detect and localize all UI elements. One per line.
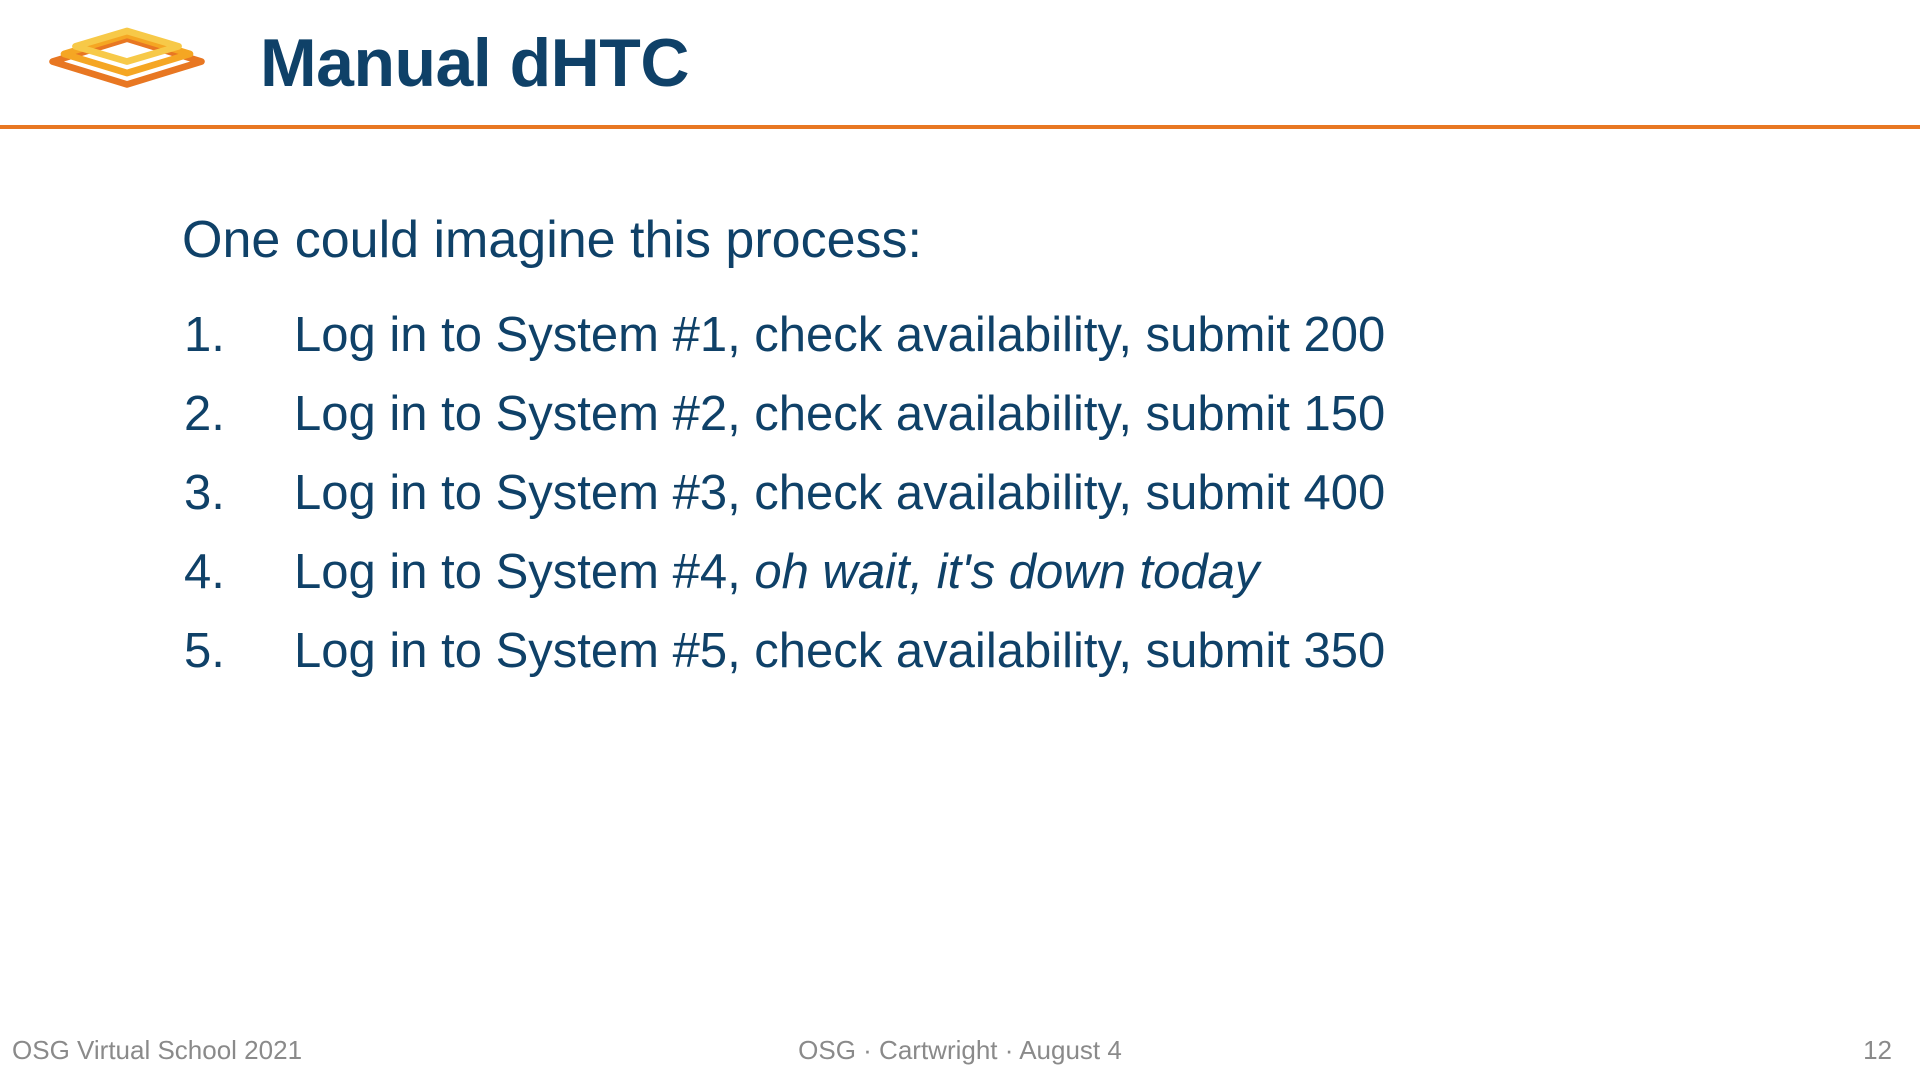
- step-text: Log in to System #5, check availability,…: [294, 624, 1385, 678]
- footer-left: OSG Virtual School 2021: [12, 1035, 302, 1066]
- osg-logo-icon: [12, 10, 242, 115]
- step-number: 4.: [242, 537, 294, 608]
- list-item: 5.Log in to System #5, check availabilit…: [182, 616, 1820, 687]
- step-text: Log in to System #2, check availability,…: [294, 387, 1385, 441]
- slide: Manual dHTC One could imagine this proce…: [0, 0, 1920, 1080]
- footer: OSG Virtual School 2021 OSG · Cartwright…: [0, 1035, 1920, 1066]
- header: Manual dHTC: [0, 0, 1920, 115]
- step-number: 1.: [242, 300, 294, 371]
- page-number: 12: [1863, 1035, 1892, 1066]
- list-item: 1.Log in to System #1, check availabilit…: [182, 300, 1820, 371]
- step-italic: oh wait, it's down today: [754, 545, 1259, 599]
- step-number: 3.: [242, 458, 294, 529]
- step-number: 5.: [242, 616, 294, 687]
- list-item: 4.Log in to System #4, oh wait, it's dow…: [182, 537, 1820, 608]
- footer-center: OSG · Cartwright · August 4: [798, 1035, 1122, 1066]
- step-text: Log in to System #4,: [294, 545, 754, 599]
- step-list: 1.Log in to System #1, check availabilit…: [182, 300, 1820, 687]
- header-divider: [0, 125, 1920, 129]
- step-text: Log in to System #1, check availability,…: [294, 308, 1385, 362]
- slide-body: One could imagine this process: 1.Log in…: [182, 210, 1820, 695]
- step-number: 2.: [242, 379, 294, 450]
- step-text: Log in to System #3, check availability,…: [294, 466, 1385, 520]
- slide-title: Manual dHTC: [260, 24, 689, 102]
- list-item: 2.Log in to System #2, check availabilit…: [182, 379, 1820, 450]
- intro-text: One could imagine this process:: [182, 210, 1820, 270]
- list-item: 3.Log in to System #3, check availabilit…: [182, 458, 1820, 529]
